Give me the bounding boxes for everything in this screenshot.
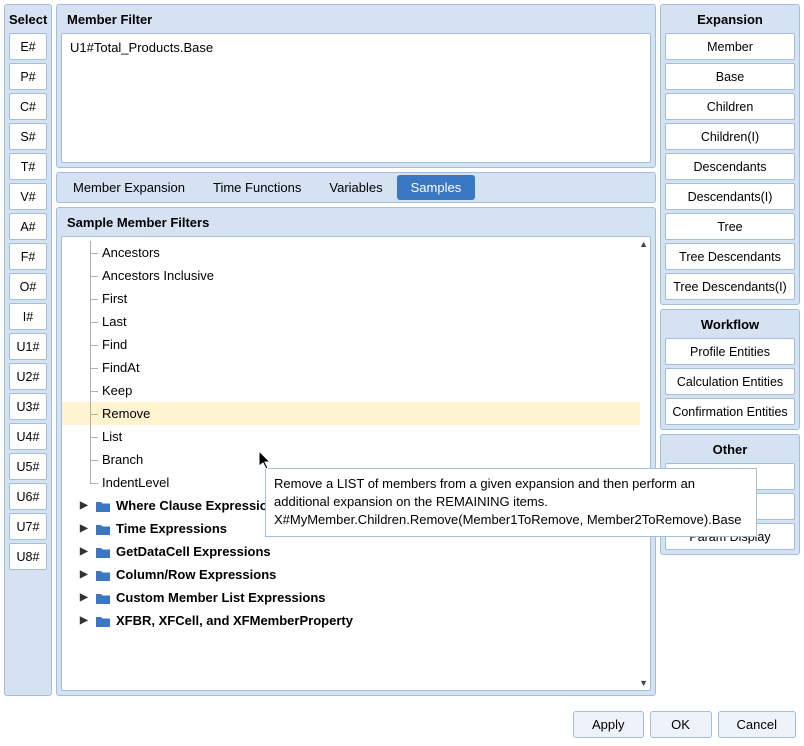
tooltip-example: X#MyMember.Children.Remove(Member1ToRemo… (274, 511, 748, 529)
tooltip-description: Remove a LIST of members from a given ex… (274, 475, 748, 511)
expansion-button-8[interactable]: Tree Descendants(I) (665, 273, 795, 300)
member-filter-input[interactable] (61, 33, 651, 163)
tree-item-last[interactable]: Last (62, 310, 650, 333)
tree-folder-xfbr-xfcell-and-xfmemberproperty[interactable]: ▶ XFBR, XFCell, and XFMemberProperty (62, 609, 650, 632)
select-button-u5[interactable]: U5# (9, 453, 47, 480)
expansion-button-6[interactable]: Tree (665, 213, 795, 240)
select-button-u7[interactable]: U7# (9, 513, 47, 540)
right-column: Expansion Member Base Children Children(I) D… (660, 4, 800, 696)
select-button-t[interactable]: T# (9, 153, 47, 180)
workflow-button-2[interactable]: Confirmation Entities (665, 398, 795, 425)
select-button-f[interactable]: F# (9, 243, 47, 270)
chevron-right-icon: ▶ (80, 592, 90, 603)
tree-folder-label: Custom Member List Expressions (116, 590, 326, 605)
select-button-u6[interactable]: U6# (9, 483, 47, 510)
folder-icon (96, 546, 110, 557)
expansion-button-7[interactable]: Tree Descendants (665, 243, 795, 270)
tree-folder-label: Where Clause Expressions (116, 498, 283, 513)
tab-samples[interactable]: Samples (397, 175, 476, 200)
expansion-button-4[interactable]: Descendants (665, 153, 795, 180)
expansion-button-3[interactable]: Children(I) (665, 123, 795, 150)
workflow-header: Workflow (665, 314, 795, 338)
workflow-panel: Workflow Profile Entities Calculation Ent… (660, 309, 800, 430)
folder-icon (96, 500, 110, 511)
expansion-button-0[interactable]: Member (665, 33, 795, 60)
select-button-c[interactable]: C# (9, 93, 47, 120)
dialog-buttons: Apply OK Cancel (573, 711, 796, 738)
folder-icon (96, 592, 110, 603)
expansion-panel: Expansion Member Base Children Children(I) D… (660, 4, 800, 305)
tooltip: Remove a LIST of members from a given ex… (265, 468, 757, 537)
select-button-u3[interactable]: U3# (9, 393, 47, 420)
chevron-right-icon: ▶ (80, 569, 90, 580)
apply-button[interactable]: Apply (573, 711, 644, 738)
samples-tree[interactable]: ▲ ▼ AncestorsAncestors InclusiveFirstLas… (61, 236, 651, 691)
ok-button[interactable]: OK (650, 711, 712, 738)
tree-item-ancestors[interactable]: Ancestors (62, 241, 650, 264)
tree-folder-label: XFBR, XFCell, and XFMemberProperty (116, 613, 353, 628)
tab-time-functions[interactable]: Time Functions (199, 175, 315, 200)
chevron-right-icon: ▶ (80, 546, 90, 557)
tabs-bar: Member ExpansionTime FunctionsVariablesS… (56, 172, 656, 203)
tree-item-first[interactable]: First (62, 287, 650, 310)
expansion-button-2[interactable]: Children (665, 93, 795, 120)
member-filter-header: Member Filter (61, 9, 651, 33)
tree-folder-getdatacell-expressions[interactable]: ▶ GetDataCell Expressions (62, 540, 650, 563)
select-button-a[interactable]: A# (9, 213, 47, 240)
folder-icon (96, 523, 110, 534)
tree-folder-label: GetDataCell Expressions (116, 544, 271, 559)
samples-panel: Sample Member Filters ▲ ▼ AncestorsAnces… (56, 207, 656, 696)
select-button-s[interactable]: S# (9, 123, 47, 150)
expansion-header: Expansion (665, 9, 795, 33)
member-filter-panel: Member Filter (56, 4, 656, 168)
select-button-i[interactable]: I# (9, 303, 47, 330)
tree-item-remove[interactable]: Remove (62, 402, 640, 425)
select-header: Select (9, 9, 47, 33)
select-button-e[interactable]: E# (9, 33, 47, 60)
workflow-button-1[interactable]: Calculation Entities (665, 368, 795, 395)
select-button-o[interactable]: O# (9, 273, 47, 300)
select-button-u4[interactable]: U4# (9, 423, 47, 450)
expansion-button-1[interactable]: Base (665, 63, 795, 90)
tree-item-find[interactable]: Find (62, 333, 650, 356)
select-button-v[interactable]: V# (9, 183, 47, 210)
tree-item-ancestors-inclusive[interactable]: Ancestors Inclusive (62, 264, 650, 287)
tree-folder-column-row-expressions[interactable]: ▶ Column/Row Expressions (62, 563, 650, 586)
cancel-button[interactable]: Cancel (718, 711, 796, 738)
expansion-button-5[interactable]: Descendants(I) (665, 183, 795, 210)
chevron-right-icon: ▶ (80, 523, 90, 534)
tree-folder-custom-member-list-expressions[interactable]: ▶ Custom Member List Expressions (62, 586, 650, 609)
select-button-p[interactable]: P# (9, 63, 47, 90)
chevron-right-icon: ▶ (80, 500, 90, 511)
tree-folder-label: Column/Row Expressions (116, 567, 276, 582)
select-panel: Select E# P# C# S# T# V# A# F# O# I# U1# U2# U3# U4# U… (4, 4, 52, 696)
center-column: Member Filter Member ExpansionTime Funct… (56, 4, 656, 696)
tree-item-list[interactable]: List (62, 425, 650, 448)
scroll-down-icon[interactable]: ▼ (639, 678, 648, 688)
other-header: Other (665, 439, 795, 463)
folder-icon (96, 615, 110, 626)
tab-member-expansion[interactable]: Member Expansion (59, 175, 199, 200)
tree-item-findat[interactable]: FindAt (62, 356, 650, 379)
select-button-u2[interactable]: U2# (9, 363, 47, 390)
tree-item-keep[interactable]: Keep (62, 379, 650, 402)
folder-icon (96, 569, 110, 580)
samples-header: Sample Member Filters (61, 212, 651, 236)
workflow-button-0[interactable]: Profile Entities (665, 338, 795, 365)
select-button-u1[interactable]: U1# (9, 333, 47, 360)
tree-folder-label: Time Expressions (116, 521, 227, 536)
select-button-u8[interactable]: U8# (9, 543, 47, 570)
tab-variables[interactable]: Variables (315, 175, 396, 200)
chevron-right-icon: ▶ (80, 615, 90, 626)
